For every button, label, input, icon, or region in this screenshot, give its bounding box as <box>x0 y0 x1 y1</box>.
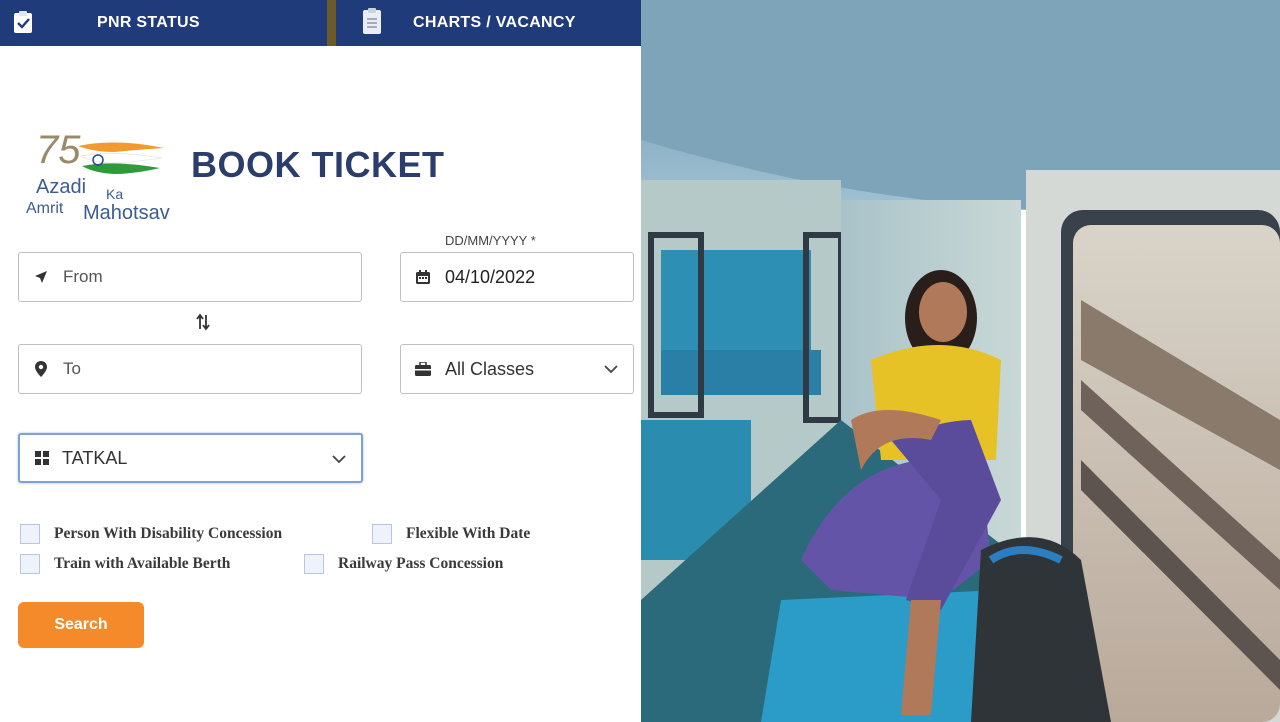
tab-charts-label: CHARTS / VACANCY <box>413 14 576 31</box>
page-title: BOOK TICKET <box>191 144 445 185</box>
quota-value: TATKAL <box>62 447 128 468</box>
checkbox-available-berth[interactable]: Train with Available Berth <box>20 554 230 574</box>
quota-select[interactable]: TATKAL <box>18 433 363 483</box>
checkbox-disability-concession[interactable]: Person With Disability Concession <box>20 524 282 544</box>
tab-pnr-label: PNR STATUS <box>97 14 200 31</box>
to-station-input[interactable]: To <box>18 344 362 394</box>
checkbox-label: Person With Disability Concession <box>54 525 283 542</box>
checkbox-box[interactable] <box>372 524 392 544</box>
search-button[interactable]: Search <box>18 602 144 648</box>
booking-panel: PNR STATUS CHARTS / VACANCY 75 Azadi Ka … <box>0 0 641 722</box>
date-format-hint: DD/MM/YYYY * <box>445 233 536 248</box>
grid-icon <box>34 450 50 466</box>
train-interior-photo <box>641 0 1280 722</box>
tab-pnr-status[interactable]: PNR STATUS <box>0 0 327 46</box>
date-value: 04/10/2022 <box>445 266 536 287</box>
tab-divider <box>327 0 336 46</box>
map-pin-icon <box>33 361 49 377</box>
logo-amrit: Amrit <box>26 200 64 217</box>
swap-stations-icon[interactable] <box>193 312 213 332</box>
journey-date-input[interactable]: 04/10/2022 <box>400 252 634 302</box>
calendar-icon <box>415 269 431 285</box>
class-value: All Classes <box>445 358 535 379</box>
class-select[interactable]: All Classes <box>400 344 634 394</box>
top-nav-bar: PNR STATUS CHARTS / VACANCY <box>0 0 641 46</box>
azadi-ka-amrit-mahotsav-logo: 75 Azadi Ka Amrit Mahotsav <box>26 128 201 228</box>
to-placeholder: To <box>63 359 81 378</box>
chevron-down-icon <box>332 455 346 464</box>
checkbox-box[interactable] <box>20 554 40 574</box>
flag-swoosh-icon <box>78 142 164 174</box>
from-station-input[interactable]: From <box>18 252 362 302</box>
checkbox-flexible-date[interactable]: Flexible With Date <box>372 524 530 544</box>
location-arrow-icon <box>33 269 49 285</box>
checkbox-box[interactable] <box>304 554 324 574</box>
checkbox-box[interactable] <box>20 524 40 544</box>
tab-charts-vacancy[interactable]: CHARTS / VACANCY <box>336 0 641 46</box>
logo-mahotsav: Mahotsav <box>83 202 170 224</box>
from-placeholder: From <box>63 267 103 286</box>
clipboard-check-icon <box>12 10 34 34</box>
logo-azadi: Azadi <box>36 176 87 198</box>
checkbox-label: Railway Pass Concession <box>338 555 504 572</box>
chevron-down-icon <box>604 365 618 374</box>
logo-ka: Ka <box>106 186 124 202</box>
checkbox-railway-pass[interactable]: Railway Pass Concession <box>304 554 503 574</box>
briefcase-icon <box>415 361 431 377</box>
document-icon <box>362 8 382 36</box>
checkbox-label: Flexible With Date <box>406 525 531 542</box>
checkbox-label: Train with Available Berth <box>54 555 231 572</box>
